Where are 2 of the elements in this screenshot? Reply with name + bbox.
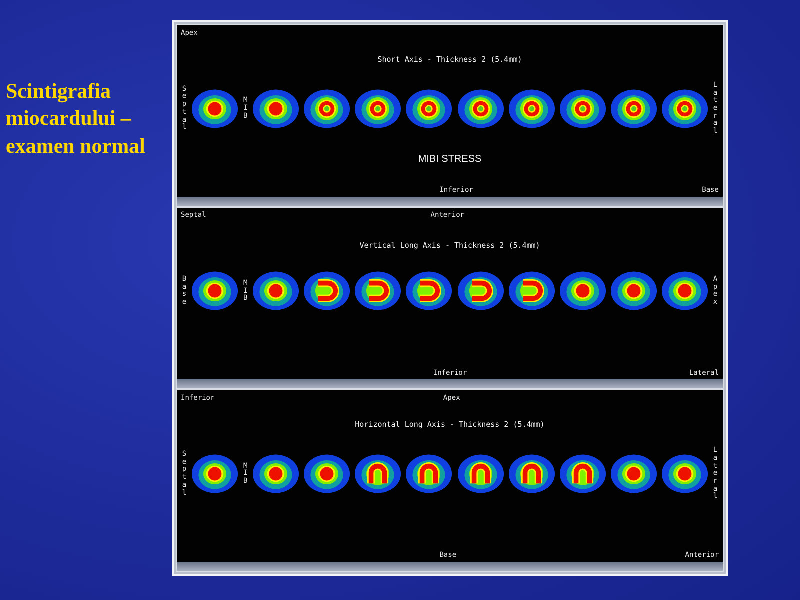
slide-title: Scintigrafia miocardului – examen normal bbox=[6, 78, 146, 160]
study-label: MIBI STRESS bbox=[418, 154, 482, 167]
